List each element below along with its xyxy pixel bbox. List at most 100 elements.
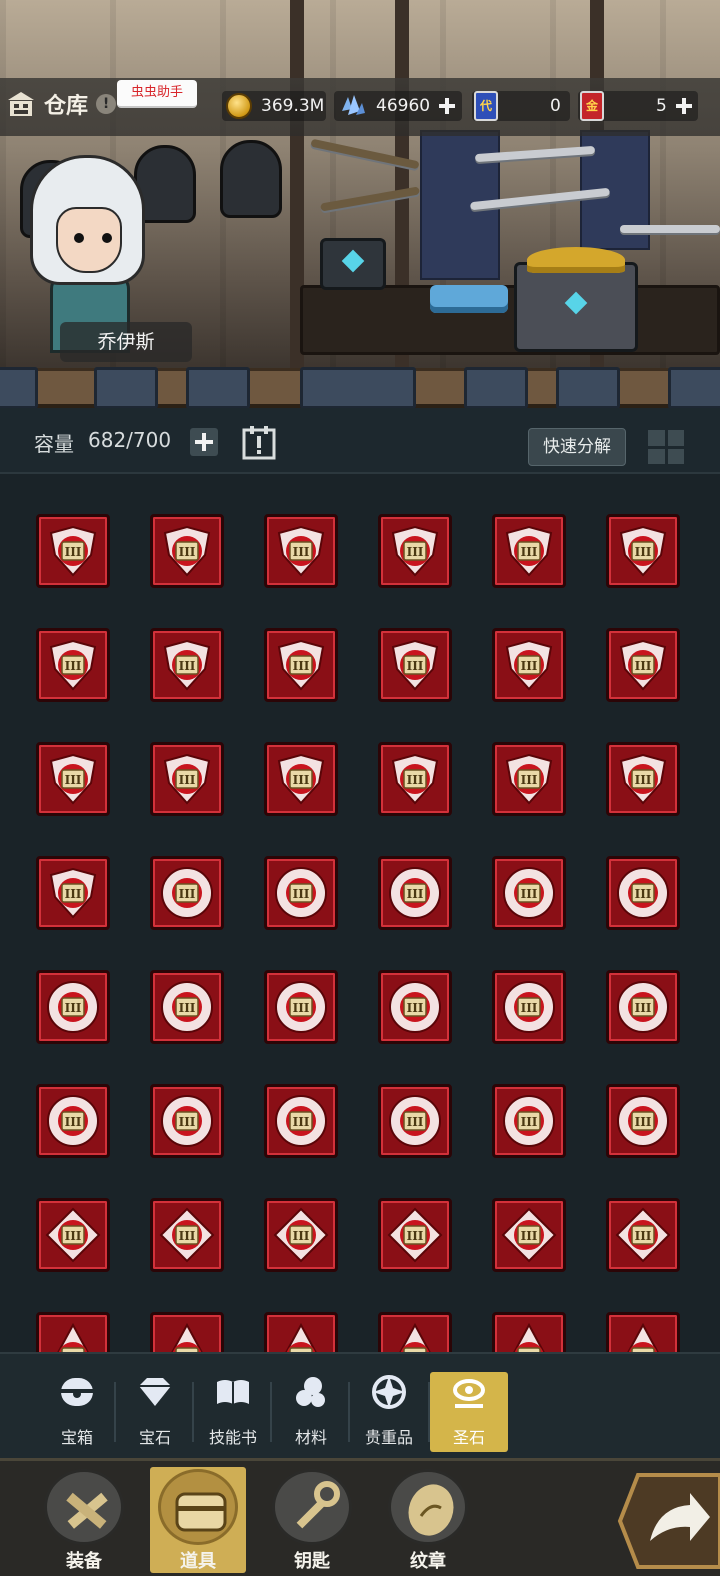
item-slot[interactable]: III — [606, 970, 680, 1044]
item-slot[interactable]: III — [36, 1084, 110, 1158]
diamond-holy-stone-icon: III — [501, 1207, 557, 1263]
item-slot[interactable]: III — [492, 970, 566, 1044]
nav-tab[interactable]: 道具 — [150, 1467, 246, 1573]
category-tab[interactable]: 宝石 — [116, 1372, 194, 1452]
item-slot[interactable]: III — [264, 970, 338, 1044]
red-ticket-count-wrap: 5 — [656, 89, 693, 123]
item-slot[interactable]: III — [606, 1198, 680, 1272]
item-slot[interactable]: III — [378, 742, 452, 816]
expand-capacity-button[interactable] — [190, 428, 218, 456]
item-slot[interactable]: III — [150, 970, 224, 1044]
item-slot[interactable]: III — [150, 1084, 224, 1158]
category-tab-label: 宝石 — [138, 1428, 171, 1447]
shield-holy-stone-icon: III — [49, 867, 97, 919]
item-slot[interactable]: III — [264, 1312, 338, 1352]
item-tier-label: III — [293, 1115, 310, 1129]
quick-decompose-button[interactable]: 快速分解 — [528, 428, 626, 466]
item-slot[interactable]: III — [264, 1198, 338, 1272]
round-holy-stone-icon: III — [503, 1095, 555, 1147]
calendar-alert-icon[interactable] — [240, 424, 278, 460]
item-slot[interactable]: III — [606, 514, 680, 588]
shield-holy-stone-icon: III — [163, 639, 211, 691]
item-slot[interactable]: III — [150, 1312, 224, 1352]
item-slot[interactable]: III — [150, 1198, 224, 1272]
item-slot[interactable]: III — [150, 856, 224, 930]
category-tab[interactable]: 圣石 — [430, 1372, 508, 1452]
item-slot[interactable]: III — [378, 514, 452, 588]
item-slot[interactable]: III — [606, 1084, 680, 1158]
item-slot[interactable]: III — [36, 514, 110, 588]
crystal-counter: 46960 — [338, 89, 456, 123]
next-arrow-button[interactable] — [614, 1471, 720, 1571]
item-slot[interactable]: III — [492, 1198, 566, 1272]
diamond-holy-stone-icon: III — [387, 1207, 443, 1263]
item-slot[interactable]: III — [36, 856, 110, 930]
item-slot[interactable]: III — [606, 856, 680, 930]
item-tier-label: III — [635, 773, 652, 787]
item-tier-label: III — [407, 659, 424, 673]
category-tab[interactable]: 宝箱 — [38, 1372, 116, 1452]
item-slot[interactable]: III — [378, 1198, 452, 1272]
add-red-ticket-button[interactable] — [675, 97, 693, 115]
round-holy-stone-icon: III — [275, 867, 327, 919]
triangle-holy-stone-icon: III — [57, 1322, 89, 1352]
gem-icon — [139, 1378, 171, 1406]
item-slot[interactable]: III — [378, 1084, 452, 1158]
capacity-bar: 容量 682/700 快速分解 — [0, 408, 720, 474]
category-tab[interactable]: 技能书 — [194, 1372, 272, 1452]
helper-tag[interactable]: 虫虫助手 — [117, 80, 197, 108]
hero-portrait[interactable] — [30, 155, 145, 353]
crystal-value: 46960 — [376, 96, 431, 116]
item-slot[interactable]: III — [150, 628, 224, 702]
item-slot[interactable]: III — [36, 1312, 110, 1352]
nav-tab[interactable]: 装备 — [36, 1467, 132, 1573]
capacity-value: 682/700 — [88, 428, 172, 452]
item-slot[interactable]: III — [492, 1312, 566, 1352]
nav-tab[interactable]: 钥匙 — [264, 1467, 360, 1573]
item-slot[interactable]: III — [606, 742, 680, 816]
item-slot[interactable]: III — [378, 856, 452, 930]
nav-tab-label: 纹章 — [410, 1551, 446, 1572]
item-slot[interactable]: III — [36, 1198, 110, 1272]
triangle-holy-stone-icon: III — [627, 1322, 659, 1352]
item-slot[interactable]: III — [264, 628, 338, 702]
triangle-holy-stone-icon: III — [513, 1322, 545, 1352]
item-tier-label: III — [293, 1229, 310, 1243]
item-slot[interactable]: III — [264, 1084, 338, 1158]
item-slot[interactable]: III — [36, 970, 110, 1044]
nav-tab-label: 道具 — [180, 1551, 216, 1572]
shield-holy-stone-icon: III — [505, 753, 553, 805]
add-crystal-button[interactable] — [438, 97, 456, 115]
item-slot[interactable]: III — [378, 628, 452, 702]
red-ticket-counter: 金 — [580, 89, 604, 123]
item-slot[interactable]: III — [264, 514, 338, 588]
shield-holy-stone-icon: III — [505, 525, 553, 577]
item-slot[interactable]: III — [150, 514, 224, 588]
item-slot[interactable]: III — [492, 742, 566, 816]
grid-view-toggle-icon[interactable] — [646, 428, 686, 466]
category-tab[interactable]: 贵重品 — [350, 1372, 428, 1452]
item-slot[interactable]: III — [264, 742, 338, 816]
item-slot[interactable]: III — [378, 970, 452, 1044]
item-slot[interactable]: III — [492, 514, 566, 588]
triangle-holy-stone-icon: III — [171, 1322, 203, 1352]
item-slot[interactable]: III — [606, 1312, 680, 1352]
category-tab-label: 贵重品 — [364, 1428, 413, 1447]
item-slot[interactable]: III — [492, 856, 566, 930]
item-slot[interactable]: III — [378, 1312, 452, 1352]
shield-holy-stone-icon: III — [391, 525, 439, 577]
round-holy-stone-icon: III — [161, 981, 213, 1033]
item-slot[interactable]: III — [36, 742, 110, 816]
triangle-holy-stone-icon: III — [399, 1322, 431, 1352]
category-tab[interactable]: 材料 — [272, 1372, 350, 1452]
holy-stone-icon — [453, 1379, 485, 1408]
item-slot[interactable]: III — [264, 856, 338, 930]
item-slot[interactable]: III — [36, 628, 110, 702]
item-slot[interactable]: III — [606, 628, 680, 702]
help-icon[interactable]: ! — [96, 94, 117, 114]
item-slot[interactable]: III — [150, 742, 224, 816]
item-slot[interactable]: III — [492, 628, 566, 702]
item-slot[interactable]: III — [492, 1084, 566, 1158]
nav-tab[interactable]: 纹章 — [380, 1467, 476, 1573]
shield-holy-stone-icon: III — [619, 753, 667, 805]
